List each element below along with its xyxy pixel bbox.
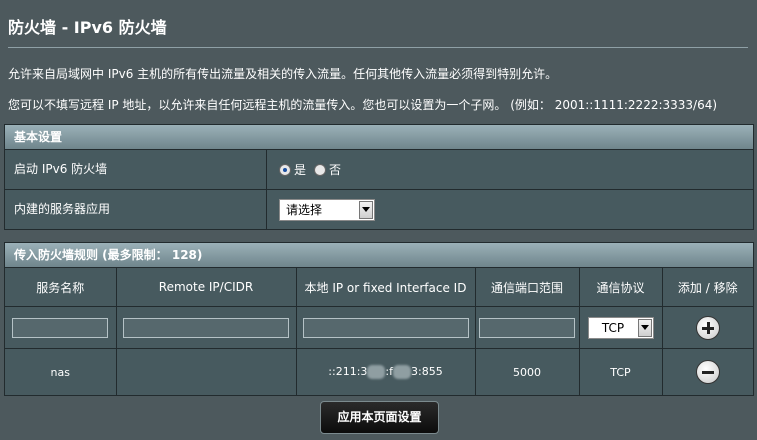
redacted-mask: [393, 365, 411, 379]
rule-port-range: 5000: [475, 348, 580, 395]
service-name-input[interactable]: [12, 317, 109, 338]
new-rule-row: TCP: [5, 306, 753, 349]
apply-settings-button[interactable]: 应用本页面设置: [320, 401, 439, 434]
add-rule-button[interactable]: [695, 315, 720, 340]
title-divider: [8, 47, 748, 48]
enable-no-radio[interactable]: [314, 163, 327, 176]
remote-ip-input[interactable]: [123, 317, 289, 338]
port-range-input[interactable]: [479, 317, 575, 338]
page-title: 防火墙 - IPv6 防火墙: [8, 18, 167, 37]
rule-protocol: TCP: [579, 348, 663, 395]
enable-firewall-row: 启动 IPv6 防火墙 是 否: [5, 150, 753, 190]
chevron-down-icon: [637, 318, 652, 337]
basic-settings-section: 基本设置 启动 IPv6 防火墙 是 否 内建的服务器应用 请选择: [4, 124, 754, 230]
enable-no-label: 否: [329, 163, 342, 177]
col-local-ip: 本地 IP or fixed Interface ID: [296, 268, 476, 307]
table-row: nas ::211:3 :f 3:855 5000 TCP: [5, 348, 753, 395]
builtin-app-select-value: 请选择: [286, 203, 323, 217]
rule-local-ip-part-1: ::211:3: [328, 365, 368, 378]
description-line-1: 允许来自局域网中 IPv6 主机的所有传出流量及相关的传入流量。任何其他传入流量…: [8, 67, 558, 81]
enable-firewall-label: 启动 IPv6 防火墙: [5, 150, 267, 189]
description-line-2: 您可以不填写远程 IP 地址，以允许来自任何远程主机的流量传入。您也可以设置为一…: [8, 98, 718, 112]
rule-local-ip-part-2: :f: [385, 365, 393, 378]
col-service-name: 服务名称: [5, 268, 117, 307]
rule-local-ip: ::211:3 :f 3:855: [296, 348, 476, 395]
protocol-select-value: TCP: [601, 320, 625, 335]
basic-settings-header: 基本设置: [5, 125, 753, 150]
rule-service-name: nas: [5, 348, 117, 395]
rule-remote-ip: [116, 348, 297, 395]
rule-local-ip-part-3: 3:855: [411, 365, 443, 378]
col-remote-ip: Remote IP/CIDR: [116, 268, 297, 307]
rules-table: 服务名称 Remote IP/CIDR 本地 IP or fixed Inter…: [5, 268, 753, 395]
builtin-app-row: 内建的服务器应用 请选择: [5, 190, 753, 229]
enable-yes-label: 是: [294, 163, 307, 177]
builtin-app-label: 内建的服务器应用: [5, 190, 267, 229]
col-port-range: 通信端口范围: [475, 268, 580, 307]
redacted-mask: [367, 365, 386, 379]
enable-yes-radio[interactable]: [279, 163, 291, 176]
chevron-down-icon: [359, 200, 373, 219]
inbound-rules-section: 传入防火墙规则 (最多限制： 128) 服务名称 Remote IP/CIDR …: [4, 242, 754, 396]
builtin-app-select[interactable]: 请选择: [279, 198, 375, 221]
col-protocol: 通信协议: [579, 268, 663, 307]
col-add-remove: 添加 / 移除: [662, 268, 753, 307]
protocol-select[interactable]: TCP: [587, 316, 654, 339]
local-ip-input[interactable]: [302, 317, 469, 338]
remove-rule-button[interactable]: [695, 360, 720, 384]
inbound-rules-header: 传入防火墙规则 (最多限制： 128): [5, 243, 753, 268]
